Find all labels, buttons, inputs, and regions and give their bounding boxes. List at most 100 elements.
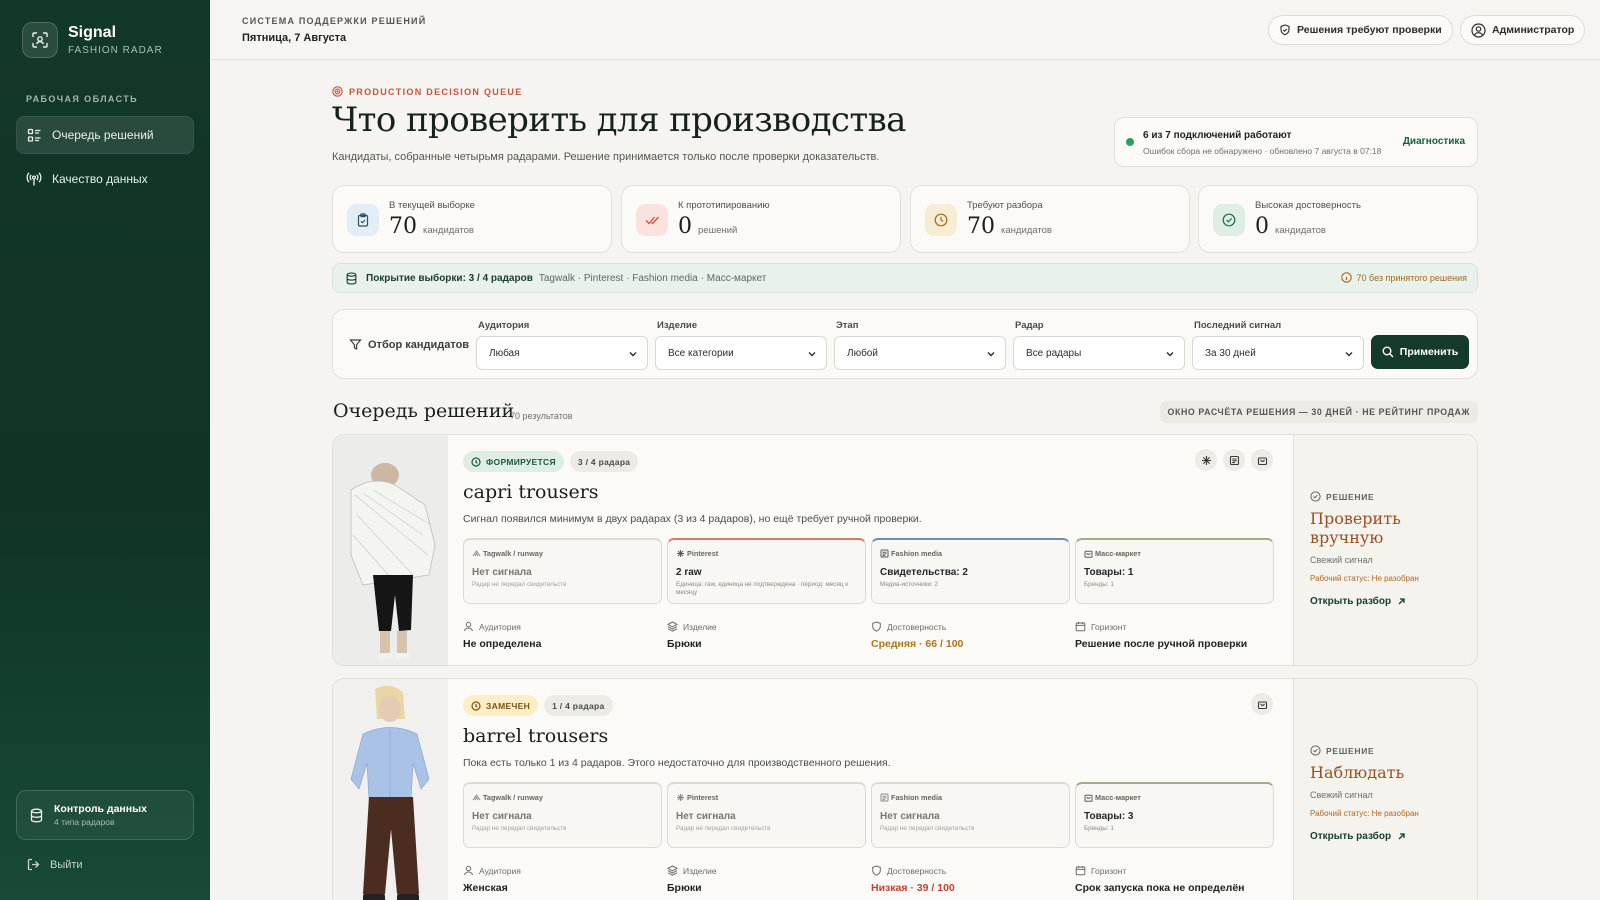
market-source-button[interactable]	[1251, 693, 1273, 715]
queue-count: 70 результатов	[510, 411, 573, 421]
open-review-link[interactable]: Открыть разбор	[1310, 831, 1477, 843]
sparkle-icon	[1201, 455, 1211, 465]
meta-label: Аудитория	[479, 865, 521, 876]
tile-source: Fashion media	[891, 793, 943, 802]
apply-button[interactable]: Применить	[1371, 335, 1469, 369]
tile-value: Нет сигнала	[676, 811, 736, 822]
radar-tile-runway[interactable]: Tagwalk / runway Нет сигнала Радар не пе…	[463, 782, 662, 848]
filter-label: Изделие	[657, 320, 698, 331]
meta-horizon: Горизонт Решение после ручной проверки	[1075, 621, 1275, 651]
tile-sub: Бренды: 1	[1084, 581, 1114, 588]
open-review-link[interactable]: Открыть разбор	[1310, 596, 1477, 608]
radar-tile-mass-market[interactable]: Масс-маркет Товары: 3 Бренды: 1	[1075, 782, 1274, 848]
tile-sub: Радар не передал свидетельств	[472, 581, 567, 588]
clipboard-icon	[347, 204, 379, 236]
sidebar-item-label: Качество данных	[52, 172, 148, 186]
stat-value: 0	[1255, 214, 1269, 239]
data-control-card[interactable]: Контроль данных 4 типа радаров	[16, 790, 194, 840]
status-circle-icon	[471, 700, 481, 711]
product-select[interactable]: Все категории	[655, 336, 827, 370]
meta-label: Аудитория	[479, 621, 521, 632]
decision-freshness: Свежий сигнал	[1310, 790, 1373, 801]
meta-audience: Аудитория Не определена	[463, 621, 663, 651]
candidate-photo	[333, 679, 448, 900]
review-required-button[interactable]: Решения требуют проверки	[1268, 15, 1453, 45]
tile-sub: Радар не передал свидетельств	[880, 825, 975, 832]
runway-icon	[472, 794, 481, 801]
decision-value: Проверить вручную	[1310, 509, 1401, 548]
last-signal-select[interactable]: За 30 дней	[1192, 336, 1364, 370]
tile-source: Pinterest	[687, 793, 719, 802]
system-label: СИСТЕМА ПОДДЕРЖКИ РЕШЕНИЙ	[242, 16, 427, 26]
tile-sub: Единица: raw, единица не подтверждена · …	[676, 581, 848, 597]
candidate-name: capri trousers	[463, 481, 599, 503]
meta-audience: Аудитория Женская	[463, 865, 663, 895]
tile-source: Tagwalk / runway	[483, 549, 543, 558]
stat-card-review: Требуют разбора 70 кандидатов	[910, 185, 1190, 253]
tile-value: 2 raw	[676, 567, 702, 578]
user-menu-button[interactable]: Администратор	[1460, 15, 1586, 45]
stat-card-prototyping: К прототипированию 0 решений	[621, 185, 901, 253]
open-review-label: Открыть разбор	[1310, 831, 1392, 843]
meta-value: Средняя · 66 / 100	[871, 638, 964, 650]
chevron-down-icon	[1345, 352, 1353, 357]
candidate-card[interactable]: ФОРМИРУЕТСЯ 3 / 4 радара capri trousers …	[332, 434, 1478, 666]
status-dot-icon	[1126, 138, 1134, 146]
logout-button[interactable]: Выйти	[27, 858, 83, 871]
meta-label: Горизонт	[1091, 865, 1127, 876]
audience-select[interactable]: Любая	[476, 336, 648, 370]
meta-confidence: Достоверность Низкая · 39 / 100	[871, 865, 1071, 894]
filter-radar: Радар Все радары	[1013, 320, 1185, 370]
stat-unit: кандидатов	[1275, 225, 1326, 236]
meta-value: Решение после ручной проверки	[1075, 638, 1248, 650]
review-required-label: Решения требуют проверки	[1297, 24, 1442, 36]
check-circle-icon	[1310, 745, 1321, 756]
sidebar-item-data-quality[interactable]: Качество данных	[16, 160, 194, 198]
radar-tile-media[interactable]: Fashion media Свидетельства: 2 Медиа-ист…	[871, 538, 1070, 604]
coverage-sources: Tagwalk · Pinterest · Fashion media · Ма…	[538, 272, 767, 284]
radar-select[interactable]: Все радары	[1013, 336, 1185, 370]
select-value: Любой	[847, 348, 878, 359]
filters-panel: Отбор кандидатов Аудитория Любая Изделие…	[332, 309, 1478, 379]
open-review-label: Открыть разбор	[1310, 596, 1392, 608]
radar-tile-mass-market[interactable]: Масс-маркет Товары: 1 Бренды: 1	[1075, 538, 1274, 604]
decision-label: РЕШЕНИЕ	[1326, 491, 1375, 502]
filter-product: Изделие Все категории	[655, 320, 827, 370]
coverage-label: Покрытие выборки: 3 / 4 радаров	[366, 272, 533, 284]
radar-tile-runway[interactable]: Tagwalk / runway Нет сигнала Радар не пе…	[463, 538, 662, 604]
filter-label: Последний сигнал	[1194, 320, 1282, 331]
topbar: СИСТЕМА ПОДДЕРЖКИ РЕШЕНИЙ Пятница, 7 Авг…	[210, 0, 1600, 60]
database-icon	[346, 271, 357, 285]
radar-tile-pinterest[interactable]: Pinterest 2 raw Единица: raw, единица не…	[667, 538, 866, 604]
tile-source: Масс-маркет	[1095, 793, 1141, 802]
shield-icon	[872, 621, 881, 632]
stage-select[interactable]: Любой	[834, 336, 1006, 370]
stat-value: 70	[389, 214, 417, 239]
market-source-button[interactable]	[1251, 449, 1273, 471]
media-source-button[interactable]	[1223, 449, 1245, 471]
pinterest-source-button[interactable]	[1195, 449, 1217, 471]
database-icon	[30, 808, 43, 822]
candidate-photo	[333, 435, 448, 665]
diagnostics-link[interactable]: Диагностика	[1403, 136, 1465, 147]
meta-value: Женская	[463, 882, 508, 894]
radar-tile-media[interactable]: Fashion media Нет сигнала Радар не перед…	[871, 782, 1070, 848]
sidebar-item-decision-queue[interactable]: Очередь решений	[16, 116, 194, 154]
tile-source: Масс-маркет	[1095, 549, 1141, 558]
newspaper-icon	[880, 549, 889, 558]
connections-status-card: 6 из 7 подключений работают Ошибок сбора…	[1114, 117, 1478, 167]
sparkle-icon	[677, 794, 684, 801]
meta-value: Брюки	[667, 882, 702, 894]
search-icon	[1382, 346, 1394, 358]
candidate-card[interactable]: ЗАМЕЧЕН 1 / 4 радара barrel trousers Пок…	[332, 678, 1478, 900]
filters-title-label: Отбор кандидатов	[368, 338, 470, 351]
card-body: ЗАМЕЧЕН 1 / 4 радара barrel trousers Пок…	[463, 679, 1274, 900]
user-icon	[464, 621, 473, 632]
clock-icon	[925, 204, 957, 236]
app-logo[interactable]: Signal FASHION RADAR	[22, 22, 163, 58]
radar-tile-pinterest[interactable]: Pinterest Нет сигнала Радар не передал с…	[667, 782, 866, 848]
queue-note: ОКНО РАСЧЁТА РЕШЕНИЯ — 30 ДНЕЙ · НЕ РЕЙТ…	[1159, 401, 1478, 423]
filter-label: Аудитория	[478, 320, 530, 331]
double-check-icon	[636, 204, 668, 236]
filter-label: Этап	[836, 320, 859, 331]
